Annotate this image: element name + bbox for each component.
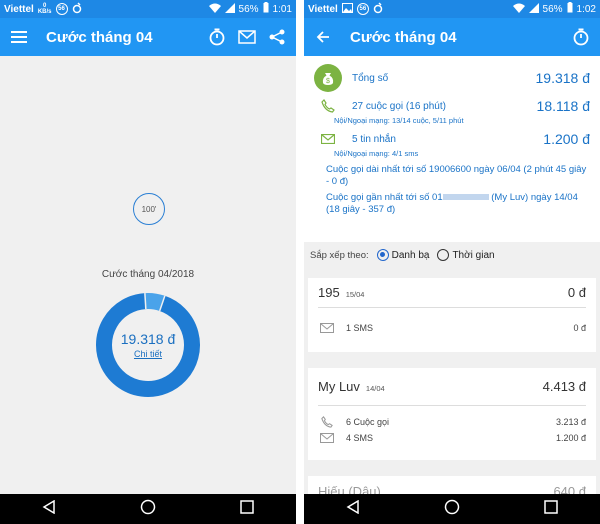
chart-caption: Cước tháng 04/2018 — [101, 269, 195, 280]
donut-center: 19.318 đ Chi tiết — [95, 292, 201, 398]
battery-percent: 56% — [238, 3, 259, 15]
battery-percent: 56% — [542, 3, 563, 15]
timer-icon[interactable] — [208, 28, 226, 46]
page-title: Cước tháng 04 — [46, 28, 153, 46]
redacted-number — [442, 194, 489, 201]
app-bar: Cước tháng 04 — [304, 18, 600, 56]
sort-by-contacts-radio[interactable]: Danh bạ — [376, 249, 429, 261]
contact-total: 0 đ — [567, 285, 586, 300]
contact-card[interactable]: My Luv 14/04 4.413 đ 6 Cuộc gọi 3.213 đ … — [308, 368, 596, 460]
menu-icon[interactable] — [10, 28, 28, 46]
calls-breakdown: Nội/Ngoại mạng: 13/14 cuộc, 5/11 phút — [334, 116, 464, 125]
network-speed: 0 KB/s — [37, 3, 52, 15]
sms-line: 4 SMS 1.200 đ — [318, 430, 586, 446]
sort-by-time-radio[interactable]: Thời gian — [437, 249, 495, 261]
wifi-icon — [512, 3, 525, 16]
contact-name: 195 — [318, 285, 340, 300]
signal-icon — [224, 2, 235, 16]
wifi-icon — [208, 3, 221, 16]
donut-chart[interactable]: 19.318 đ Chi tiết — [95, 292, 201, 398]
app-notification-icon — [373, 1, 383, 17]
nav-bar — [304, 494, 600, 524]
mail-icon — [318, 433, 336, 443]
calls-label: 27 cuộc gọi (16 phút) — [352, 100, 446, 112]
carrier-name: Viettel — [4, 3, 34, 15]
timer-icon[interactable] — [572, 28, 590, 46]
contact-total: 640 đ — [553, 483, 586, 495]
home-nav-icon[interactable] — [444, 499, 460, 520]
phone-screen-right: Viettel 56 56% 1:02 Cước tháng 04 $ Tổng… — [304, 0, 600, 524]
money-bag-icon: $ — [314, 64, 342, 92]
sms-line: 1 SMS 0 đ — [318, 320, 586, 336]
phone-icon — [314, 99, 342, 113]
card-header: Hiếu (Dâu) 640 đ — [318, 476, 586, 495]
page-title: Cước tháng 04 — [350, 28, 457, 46]
signal-icon — [528, 2, 539, 16]
recents-nav-icon[interactable] — [544, 499, 558, 519]
image-icon — [341, 2, 353, 16]
contact-card[interactable]: Hiếu (Dâu) 640 đ — [308, 476, 596, 494]
svg-text:$: $ — [326, 78, 330, 85]
app-notification-icon — [72, 1, 82, 17]
nav-bar — [0, 494, 296, 524]
share-icon[interactable] — [268, 28, 286, 46]
main-content: 100' Cước tháng 04/2018 19.318 đ Chi tiế… — [0, 56, 296, 494]
status-bar: Viettel 0 KB/s 56 56% 1:01 — [0, 0, 296, 18]
contact-name: My Luv — [318, 379, 360, 394]
sms-row: 5 tin nhắn 1.200 đ — [314, 131, 590, 147]
sms-label: 5 tin nhắn — [352, 133, 396, 145]
detail-link[interactable]: Chi tiết — [134, 349, 162, 359]
calls-row: 27 cuộc gọi (16 phút) 18.118 đ — [314, 98, 590, 114]
contact-date: 14/04 — [365, 383, 385, 393]
loading-indicator: 100' — [133, 193, 165, 225]
battery-icon — [567, 2, 573, 16]
mail-icon — [318, 323, 336, 333]
mail-icon — [314, 134, 342, 144]
radio-checked-icon — [376, 249, 389, 261]
calls-line: 6 Cuộc gọi 3.213 đ — [318, 414, 586, 430]
battery-icon — [263, 2, 269, 16]
notification-badge: 56 — [55, 3, 68, 15]
contact-card[interactable]: 195 15/04 0 đ 1 SMS 0 đ — [308, 278, 596, 352]
phone-icon — [318, 416, 336, 428]
longest-call-note: Cuộc gọi dài nhất tới số 19006600 ngày 0… — [326, 164, 587, 187]
sort-bar: Sắp xếp theo: Danh bạ Thời gian — [304, 242, 600, 268]
back-nav-icon[interactable] — [42, 499, 56, 519]
sms-value: 1.200 đ — [543, 131, 590, 147]
radio-unchecked-icon — [437, 249, 450, 261]
app-bar: Cước tháng 04 — [0, 18, 296, 56]
chart-total: 19.318 đ — [120, 331, 176, 347]
notification-badge: 56 — [356, 3, 369, 15]
carrier-name: Viettel — [308, 3, 338, 15]
sms-breakdown: Nội/Ngoại mạng: 4/1 sms — [334, 149, 419, 158]
status-bar: Viettel 56 56% 1:02 — [304, 0, 600, 18]
back-nav-icon[interactable] — [346, 499, 360, 519]
total-label: Tổng số — [352, 72, 389, 84]
contact-name: Hiếu (Dâu) — [318, 483, 381, 495]
clock: 1:02 — [576, 3, 596, 15]
total-value: 19.318 đ — [535, 70, 591, 86]
clock: 1:01 — [272, 3, 292, 15]
detail-content: $ Tổng số 19.318 đ 27 cuộc gọi (16 phút)… — [304, 56, 600, 494]
back-arrow-icon[interactable] — [314, 28, 332, 46]
total-row: $ Tổng số 19.318 đ — [314, 64, 590, 92]
sort-label: Sắp xếp theo: — [310, 249, 369, 261]
home-nav-icon[interactable] — [140, 499, 156, 520]
recents-nav-icon[interactable] — [240, 499, 254, 519]
mail-icon[interactable] — [238, 28, 256, 46]
card-header: My Luv 14/04 4.413 đ — [318, 368, 586, 406]
calls-value: 18.118 đ — [536, 98, 590, 114]
recent-call-note: Cuộc gọi gần nhất tới số 01 (My Luv) ngà… — [326, 192, 578, 215]
contact-total: 4.413 đ — [542, 379, 586, 394]
card-header: 195 15/04 0 đ — [318, 278, 586, 308]
phone-screen-left: Viettel 0 KB/s 56 56% 1:01 Cước tháng 04… — [0, 0, 296, 524]
contact-date: 15/04 — [345, 289, 365, 299]
summary-panel: $ Tổng số 19.318 đ 27 cuộc gọi (16 phút)… — [304, 56, 600, 242]
